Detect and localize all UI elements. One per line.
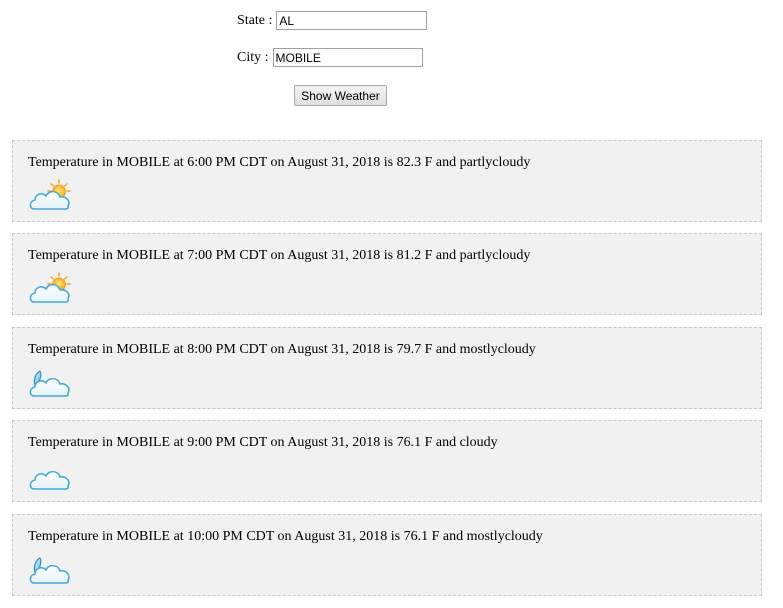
state-input[interactable] [276,11,428,30]
state-row: State : [237,11,428,30]
forecast-text: Temperature in MOBILE at 10:00 PM CDT on… [28,529,543,544]
city-input[interactable] [272,48,423,67]
forecast-card: Temperature in MOBILE at 7:00 PM CDT on … [12,233,762,315]
city-label: City : [237,49,269,65]
mostly-cloudy-night-icon [28,552,72,588]
forecast-text: Temperature in MOBILE at 7:00 PM CDT on … [28,248,531,263]
forecast-text: Temperature in MOBILE at 6:00 PM CDT on … [28,155,531,170]
forecast-card: Temperature in MOBILE at 10:00 PM CDT on… [12,514,762,596]
show-weather-button[interactable]: Show Weather [294,85,387,106]
cloudy-icon [28,458,72,494]
partly-cloudy-day-icon [28,271,72,307]
city-row: City : [237,48,423,67]
partly-cloudy-day-icon [28,178,72,214]
forecast-card: Temperature in MOBILE at 6:00 PM CDT on … [12,140,762,222]
state-label: State : [237,12,273,28]
mostly-cloudy-night-icon [28,365,72,401]
forecast-card: Temperature in MOBILE at 8:00 PM CDT on … [12,327,762,409]
forecast-card: Temperature in MOBILE at 9:00 PM CDT on … [12,420,762,502]
forecast-text: Temperature in MOBILE at 9:00 PM CDT on … [28,435,498,450]
forecast-text: Temperature in MOBILE at 8:00 PM CDT on … [28,342,536,357]
